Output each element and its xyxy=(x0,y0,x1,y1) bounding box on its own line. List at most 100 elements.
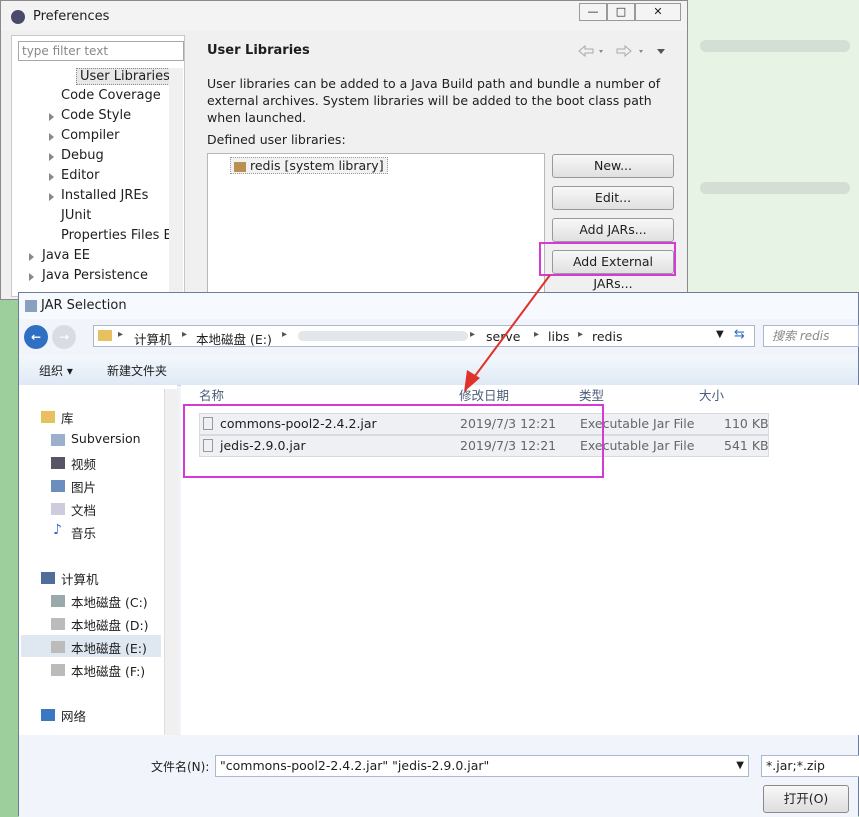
network-icon xyxy=(41,709,55,721)
description-text: User libraries can be added to a Java Bu… xyxy=(207,76,661,125)
pointer-arrow-icon xyxy=(464,274,551,392)
page-title: User Libraries xyxy=(207,43,310,58)
tree-item-user-libraries[interactable]: User Libraries xyxy=(76,68,174,85)
filetype-select[interactable]: *.jar;*.zip xyxy=(761,755,859,777)
filename-label: 文件名(N): xyxy=(151,760,210,774)
drive-icon xyxy=(51,618,65,630)
dialog-footer: 文件名(N): "commons-pool2-2.4.2.jar" "jedis… xyxy=(19,735,859,817)
expand-arrow-icon[interactable] xyxy=(49,113,54,121)
new-button[interactable]: New... xyxy=(552,154,674,178)
preference-tree: type filter text User Libraries Code Cov… xyxy=(11,35,185,297)
video-icon xyxy=(51,457,65,469)
eclipse-icon xyxy=(11,10,25,24)
sidebar-item[interactable]: 音乐 xyxy=(71,523,96,542)
tree-item[interactable]: Java Persistence xyxy=(42,268,148,283)
library-icon xyxy=(41,411,55,423)
tree-item[interactable]: Installed JREs xyxy=(61,188,148,203)
tree-item[interactable]: Java EE xyxy=(42,248,90,263)
filter-input[interactable]: type filter text xyxy=(18,41,184,61)
sidebar-item[interactable]: 文档 xyxy=(71,500,96,519)
expand-arrow-icon[interactable] xyxy=(49,193,54,201)
drive-icon xyxy=(51,641,65,653)
picture-icon xyxy=(51,480,65,492)
forward-arrow-icon[interactable]: → xyxy=(52,325,76,349)
maximize-button[interactable]: □ xyxy=(607,3,635,21)
breadcrumb-separator-icon: ▸ xyxy=(282,329,288,340)
organize-button[interactable]: 组织 ▾ xyxy=(39,362,73,379)
expand-arrow-icon[interactable] xyxy=(49,173,54,181)
nav-arrows-icon[interactable] xyxy=(577,43,673,59)
breadcrumb-item[interactable]: redis xyxy=(592,329,622,344)
drive-icon xyxy=(51,664,65,676)
folder-icon xyxy=(98,330,112,341)
blurred-content xyxy=(700,182,850,194)
address-bar[interactable]: ▸ 计算机 ▸ 本地磁盘 (E:) ▸ ▸ serve ▸ libs ▸ red… xyxy=(93,325,755,347)
blurred-path xyxy=(298,331,468,341)
breadcrumb-separator-icon: ▸ xyxy=(578,329,584,340)
tree-item[interactable]: JUnit xyxy=(61,208,91,223)
filename-value: "commons-pool2-2.4.2.jar" "jedis-2.9.0.j… xyxy=(220,758,490,773)
add-jars-button[interactable]: Add JARs... xyxy=(552,218,674,242)
sidebar-item-drive[interactable]: 本地磁盘 (F:) xyxy=(71,661,145,680)
breadcrumb-item[interactable]: 本地磁盘 (E:) xyxy=(196,329,272,348)
tree-item[interactable]: Debug xyxy=(61,148,104,163)
column-header-name[interactable]: 名称 xyxy=(199,385,224,404)
new-folder-button[interactable]: 新建文件夹 xyxy=(107,362,167,379)
sidebar-item-drive[interactable]: 本地磁盘 (E:) xyxy=(71,638,147,657)
edit-button[interactable]: Edit... xyxy=(552,186,674,210)
window-title: Preferences xyxy=(33,9,110,24)
jar-dialog-titlebar: JAR Selection xyxy=(19,293,858,319)
open-button[interactable]: 打开(O) xyxy=(763,785,849,813)
sidebar-item[interactable]: 图片 xyxy=(71,477,96,496)
expand-arrow-icon[interactable] xyxy=(29,253,34,261)
filename-dropdown-icon[interactable]: ▼ xyxy=(736,756,744,776)
document-icon xyxy=(51,503,65,515)
expand-arrow-icon[interactable] xyxy=(29,273,34,281)
sidebar-item[interactable]: Subversion xyxy=(71,431,141,446)
sidebar-item-drive[interactable]: 本地磁盘 (C:) xyxy=(71,592,148,611)
back-arrow-icon[interactable]: ← xyxy=(24,325,48,349)
dialog-title: JAR Selection xyxy=(41,298,127,313)
library-icon xyxy=(234,161,246,172)
window-icon xyxy=(25,300,37,312)
sidebar-item-computer[interactable]: 计算机 xyxy=(61,569,99,588)
computer-icon xyxy=(41,572,55,584)
file-size: 541 KB xyxy=(724,438,769,453)
search-input[interactable]: 搜索 redis xyxy=(763,325,859,347)
sidebar-item-network[interactable]: 网络 xyxy=(61,706,86,725)
defined-libraries-label: Defined user libraries: xyxy=(207,132,346,147)
preferences-titlebar: Preferences — □ ✕ xyxy=(1,1,687,31)
navigation-bar: ← → ▸ 计算机 ▸ 本地磁盘 (E:) ▸ ▸ serve ▸ libs ▸… xyxy=(19,320,859,354)
column-header-type[interactable]: 类型 xyxy=(579,385,604,404)
tree-item[interactable]: Code Coverage xyxy=(61,88,161,103)
filename-input[interactable]: "commons-pool2-2.4.2.jar" "jedis-2.9.0.j… xyxy=(215,755,749,777)
column-header-size[interactable]: 大小 xyxy=(699,385,724,404)
tree-item[interactable]: Editor xyxy=(61,168,99,183)
sidebar-item[interactable]: 视频 xyxy=(71,454,96,473)
dialog-toolbar: 组织 ▾ 新建文件夹 xyxy=(19,355,858,386)
refresh-icon[interactable]: ⇆ xyxy=(734,327,745,342)
library-item[interactable]: redis [system library] xyxy=(230,157,388,174)
music-icon: ♪ xyxy=(53,522,62,538)
tree-item[interactable]: Compiler xyxy=(61,128,120,143)
subversion-icon xyxy=(51,434,65,446)
jar-selection-dialog: JAR Selection ← → ▸ 计算机 ▸ 本地磁盘 (E:) ▸ ▸ … xyxy=(18,292,859,817)
tree-item[interactable]: Properties Files Ed xyxy=(61,228,169,243)
tree-item[interactable]: Code Style xyxy=(61,108,131,123)
expand-arrow-icon[interactable] xyxy=(49,153,54,161)
sidebar-item-library[interactable]: 库 xyxy=(61,408,74,427)
breadcrumb-separator-icon: ▸ xyxy=(118,329,124,340)
sidebar-item-drive[interactable]: 本地磁盘 (D:) xyxy=(71,615,149,634)
tree-scrollbar[interactable] xyxy=(169,68,183,296)
minimize-button[interactable]: — xyxy=(579,3,607,21)
library-label: redis [system library] xyxy=(250,158,384,173)
close-button[interactable]: ✕ xyxy=(635,3,681,21)
breadcrumb-item[interactable]: 计算机 xyxy=(134,329,172,348)
address-dropdown-icon[interactable]: ▼ xyxy=(716,329,724,340)
file-size: 110 KB xyxy=(724,416,769,431)
navigation-pane: 库 Subversion 视频 图片 文档 ♪ 音乐 计算机 本地磁盘 (C:)… xyxy=(19,385,177,735)
sidebar-scrollbar[interactable] xyxy=(164,389,179,735)
expand-arrow-icon[interactable] xyxy=(49,133,54,141)
blurred-content xyxy=(700,40,850,52)
drive-icon xyxy=(51,595,65,607)
